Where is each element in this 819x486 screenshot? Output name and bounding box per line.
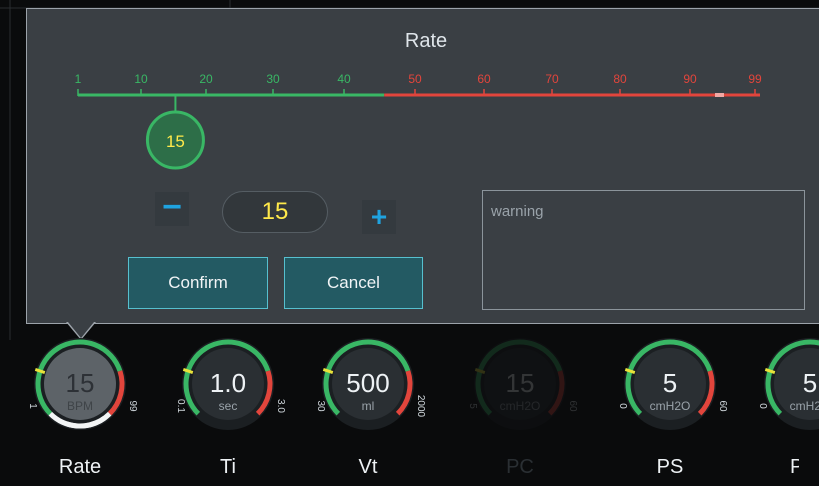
knob-value: 1.0 bbox=[210, 368, 246, 398]
knob-label-pc: PC bbox=[506, 456, 534, 478]
slider-tick-label: 10 bbox=[134, 72, 148, 86]
confirm-button[interactable]: Confirm bbox=[128, 257, 268, 309]
slider-tick-label: 90 bbox=[683, 72, 697, 86]
knob-rate[interactable]: 15BPM 1 99 bbox=[27, 338, 138, 430]
warning-box: warning bbox=[482, 190, 805, 310]
knob-unit: ml bbox=[362, 399, 375, 413]
knob-label-ti: Ti bbox=[220, 456, 236, 478]
knob-value: 15 bbox=[66, 368, 95, 398]
slider-tick-label: 60 bbox=[477, 72, 491, 86]
knob-value: 5 bbox=[803, 368, 817, 398]
knob-ps[interactable]: 5cmH2O 0 60 bbox=[617, 338, 728, 430]
slider-tick-label: 80 bbox=[613, 72, 627, 86]
slider-tick-label: 1 bbox=[75, 72, 82, 86]
slider-tick-label: 20 bbox=[199, 72, 213, 86]
knob-pc[interactable]: 15cmH2O 5 60 bbox=[467, 338, 578, 430]
knob-label-ps: PS bbox=[656, 456, 684, 478]
knob-min-label: 30 bbox=[315, 400, 326, 412]
knob-ti[interactable]: 1.0sec 0.1 3.0 bbox=[175, 338, 286, 430]
knob-min-label: 0 bbox=[757, 403, 768, 409]
cancel-button[interactable]: Cancel bbox=[284, 257, 423, 309]
slider-tick-label: 40 bbox=[337, 72, 351, 86]
slider-tick-label: 50 bbox=[408, 72, 422, 86]
knob-unit: cmH2O bbox=[500, 399, 541, 413]
value-display[interactable]: 15 bbox=[222, 191, 328, 233]
knob-label-rate: Rate bbox=[58, 456, 102, 478]
knob-unit: sec bbox=[219, 399, 238, 413]
rate-slider[interactable]: 1 10 20 30 40 50 60 70 80 90 99 15 bbox=[0, 0, 819, 180]
slider-tick-label: 70 bbox=[545, 72, 559, 86]
knob-min-label: 5 bbox=[467, 403, 478, 409]
knob-max-label: 99 bbox=[127, 400, 138, 412]
slider-tick-label: 30 bbox=[266, 72, 280, 86]
knob-max-label: 60 bbox=[717, 400, 728, 412]
knob-value: 500 bbox=[346, 368, 389, 398]
knob-max-label: 60 bbox=[567, 400, 578, 412]
knob-label-peep: PEEP bbox=[790, 456, 799, 478]
knob-max-label: 2000 bbox=[415, 395, 426, 418]
knob-unit: cmH2O bbox=[790, 399, 819, 413]
slider-marker-value: 15 bbox=[166, 132, 185, 151]
knob-value: 15 bbox=[506, 368, 535, 398]
knob-max-label: 3.0 bbox=[275, 399, 286, 413]
knob-label-vt: Vt bbox=[358, 456, 378, 478]
decrement-button[interactable]: − bbox=[155, 190, 189, 226]
knob-min-label: 0.1 bbox=[175, 399, 186, 413]
knob-min-label: 1 bbox=[27, 403, 38, 409]
knob-min-label: 0 bbox=[617, 403, 628, 409]
increment-button[interactable]: + bbox=[362, 200, 396, 234]
knob-unit: cmH2O bbox=[650, 399, 691, 413]
knob-value: 5 bbox=[663, 368, 677, 398]
knob-peep[interactable]: 5cmH2O 0 bbox=[757, 338, 819, 430]
knob-vt[interactable]: 500ml 30 2000 bbox=[315, 338, 426, 430]
slider-limit-marker bbox=[715, 93, 724, 97]
knob-unit: BPM bbox=[67, 399, 93, 413]
slider-tick-label: 99 bbox=[748, 72, 762, 86]
